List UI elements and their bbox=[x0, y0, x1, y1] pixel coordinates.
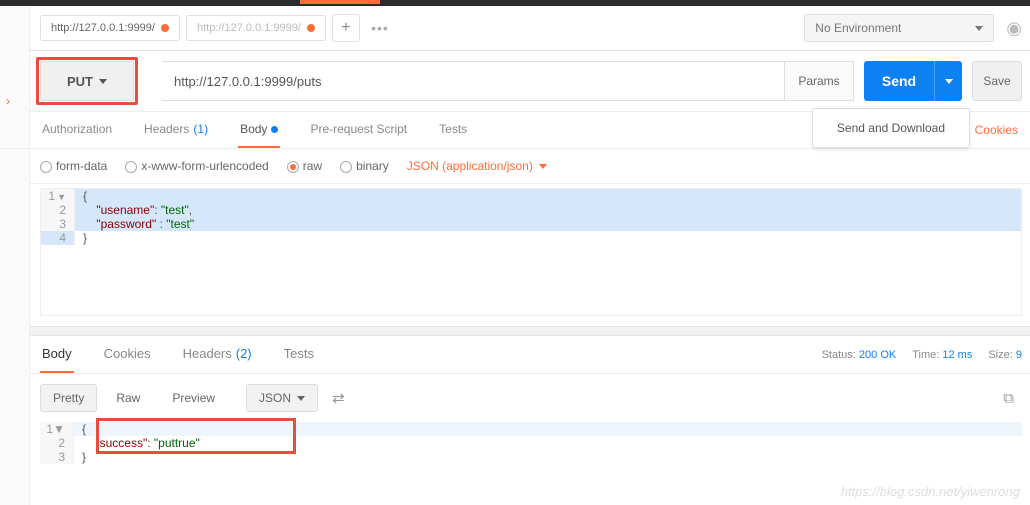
save-button[interactable]: Save bbox=[972, 61, 1022, 101]
method-select[interactable]: PUT bbox=[40, 61, 134, 101]
watermark: https://blog.csdn.net/yiwenrong bbox=[841, 484, 1020, 499]
copy-response-icon[interactable]: ⧉ bbox=[995, 386, 1022, 411]
tab-authorization[interactable]: Authorization bbox=[40, 112, 114, 148]
response-tabs: Body Cookies Headers (2) Tests Status: 2… bbox=[0, 336, 1030, 374]
request-builder: PUT Params Send Save bbox=[0, 51, 1030, 112]
tabs-row: http://127.0.0.1:9999/ http://127.0.0.1:… bbox=[0, 6, 1030, 51]
tab-body[interactable]: Body bbox=[238, 112, 280, 148]
tab-label: http://127.0.0.1:9999/ bbox=[197, 22, 301, 34]
view-raw-button[interactable]: Raw bbox=[103, 384, 153, 412]
view-pretty-button[interactable]: Pretty bbox=[40, 384, 97, 412]
response-tab-cookies[interactable]: Cookies bbox=[102, 336, 153, 373]
body-type-formdata[interactable]: form-data bbox=[40, 159, 107, 173]
content-type-select[interactable]: JSON (application/json) bbox=[407, 159, 547, 173]
unsaved-dot-icon bbox=[161, 24, 169, 32]
tab-request-2[interactable]: http://127.0.0.1:9999/ bbox=[186, 15, 326, 41]
environment-select[interactable]: No Environment bbox=[804, 14, 994, 42]
response-tab-headers[interactable]: Headers (2) bbox=[181, 336, 254, 373]
send-button[interactable]: Send bbox=[864, 61, 934, 101]
response-tab-body[interactable]: Body bbox=[40, 336, 74, 373]
tab-overflow-button[interactable]: ••• bbox=[366, 14, 394, 42]
tab-prerequest[interactable]: Pre-request Script bbox=[308, 112, 409, 148]
body-type-options: form-data x-www-form-urlencoded raw bina… bbox=[0, 149, 1030, 184]
response-toolbar: Pretty Raw Preview JSON ⇄ ⧉ bbox=[0, 374, 1030, 422]
send-dropdown-button[interactable] bbox=[934, 61, 962, 101]
tab-request-1[interactable]: http://127.0.0.1:9999/ bbox=[40, 15, 180, 41]
sidebar-chevron-icon[interactable]: › bbox=[6, 94, 10, 108]
left-sidebar: › bbox=[0, 6, 30, 505]
chevron-down-icon bbox=[99, 79, 107, 84]
response-tab-tests[interactable]: Tests bbox=[282, 336, 316, 373]
environment-label: No Environment bbox=[815, 21, 901, 35]
unsaved-dot-icon bbox=[307, 24, 315, 32]
body-type-raw[interactable]: raw bbox=[287, 159, 322, 173]
tab-headers[interactable]: Headers (1) bbox=[142, 112, 210, 148]
tab-tests[interactable]: Tests bbox=[437, 112, 469, 148]
tab-label: http://127.0.0.1:9999/ bbox=[51, 22, 155, 34]
chevron-down-icon bbox=[539, 164, 547, 169]
params-button[interactable]: Params bbox=[784, 61, 854, 101]
url-input[interactable] bbox=[162, 61, 784, 101]
response-meta: Status: 200 OK Time: 12 ms Size: 9 bbox=[822, 349, 1022, 361]
chevron-down-icon bbox=[945, 79, 953, 84]
response-body-viewer[interactable]: 1▼{ 2 "success": "puttrue" 3} bbox=[40, 422, 1022, 464]
cookies-link[interactable]: Cookies bbox=[971, 113, 1022, 147]
request-body-editor[interactable]: 1▼{ 2 "usename": "test", 3 "password" : … bbox=[40, 188, 1022, 316]
view-preview-button[interactable]: Preview bbox=[159, 384, 228, 412]
chevron-down-icon bbox=[975, 26, 983, 31]
chevron-down-icon bbox=[297, 396, 305, 401]
method-label: PUT bbox=[67, 74, 93, 89]
top-bar bbox=[0, 0, 1030, 6]
send-and-download-menu-item[interactable]: Send and Download bbox=[812, 108, 970, 148]
modified-dot-icon bbox=[271, 126, 278, 133]
environment-quicklook-icon[interactable]: ◉ bbox=[1006, 18, 1022, 39]
new-tab-button[interactable]: + bbox=[332, 14, 360, 42]
response-format-select[interactable]: JSON bbox=[246, 384, 318, 412]
body-type-urlencoded[interactable]: x-www-form-urlencoded bbox=[125, 159, 268, 173]
wrap-lines-icon[interactable]: ⇄ bbox=[324, 385, 353, 411]
response-divider bbox=[0, 326, 1030, 336]
body-type-binary[interactable]: binary bbox=[340, 159, 389, 173]
